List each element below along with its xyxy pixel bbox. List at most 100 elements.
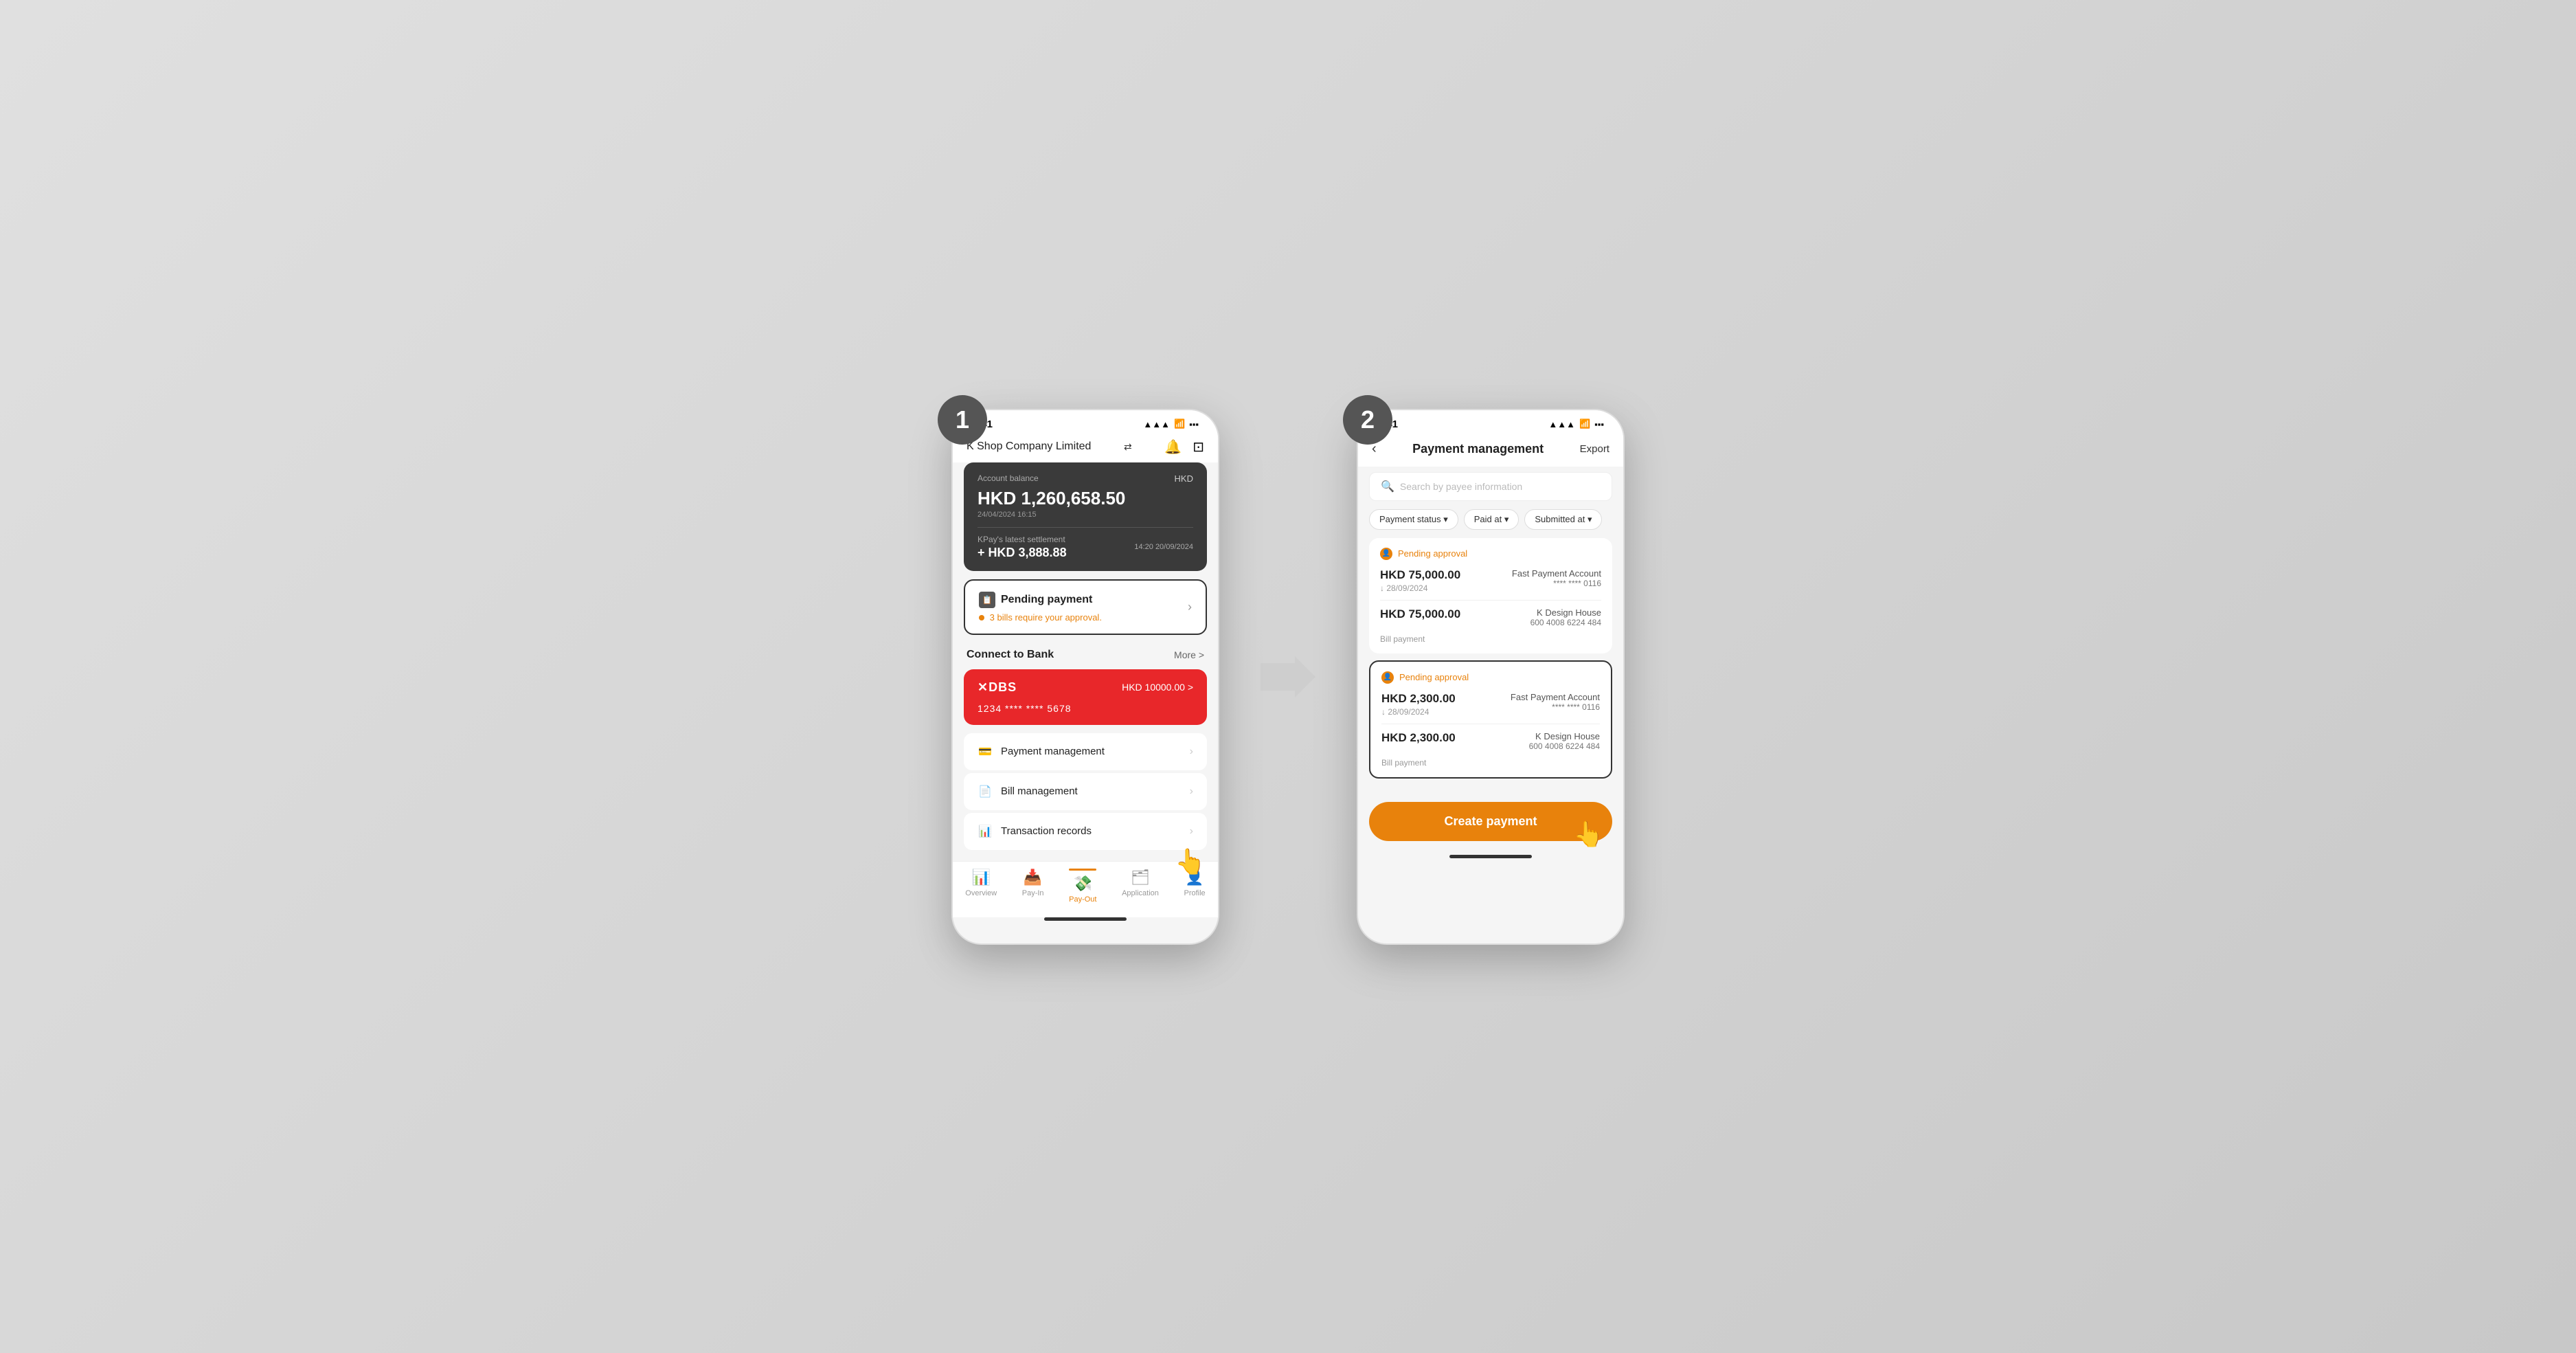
- overview-icon: 📊: [972, 869, 991, 886]
- settlement-amount: + HKD 3,888.88: [978, 546, 1067, 560]
- payment-management-menu[interactable]: 💳 Payment management ›: [964, 733, 1207, 770]
- signal-icon: ▲▲▲: [1143, 419, 1170, 429]
- filter-paid-at[interactable]: Paid at ▾: [1464, 509, 1519, 530]
- connect-bank-title: Connect to Bank: [967, 649, 1054, 661]
- payment-amount-2b: HKD 2,300.00: [1381, 731, 1456, 745]
- phone2-status-icons: ▲▲▲ 📶 ▪▪▪: [1548, 418, 1604, 429]
- nav-payout[interactable]: 💸 Pay-Out: [1069, 869, 1096, 904]
- payment-amount-1b: HKD 75,000.00: [1380, 607, 1460, 621]
- payout-label: Pay-Out: [1069, 895, 1096, 904]
- overview-label: Overview: [965, 889, 997, 897]
- settlement-row: KPay's latest settlement + HKD 3,888.88 …: [978, 527, 1193, 560]
- pm-chevron: ›: [1190, 746, 1193, 758]
- payment-acct-2b: 600 4008 6224 484: [1529, 741, 1600, 751]
- dbs-card[interactable]: ✕DBS HKD 10000.00 > 1234 **** **** 5678: [964, 669, 1207, 725]
- bill-tag-1: Bill payment: [1380, 634, 1601, 644]
- signal-icon-2: ▲▲▲: [1548, 419, 1575, 429]
- orange-dot: [979, 615, 984, 620]
- account-label-text: Account balance: [978, 473, 1039, 483]
- nav-overview[interactable]: 📊 Overview: [965, 869, 997, 904]
- payment-management-icon: 💳: [978, 744, 993, 759]
- payment-row-1a: HKD 75,000.00 ↓ 28/09/2024 Fast Payment …: [1380, 568, 1601, 593]
- pending-chevron: ›: [1188, 600, 1192, 614]
- payment-info-2a: Fast Payment Account: [1511, 692, 1600, 702]
- pending-bill-icon: 📋: [979, 592, 995, 608]
- transaction-records-menu[interactable]: 📊 Transaction records ›: [964, 813, 1207, 850]
- payment-date-1a: ↓ 28/09/2024: [1380, 583, 1460, 593]
- payment-management-label: Payment management: [1001, 746, 1105, 757]
- application-icon: 🗂: [1131, 869, 1150, 886]
- search-placeholder: Search by payee information: [1400, 481, 1522, 492]
- step1-badge: 1: [938, 395, 987, 445]
- nav-application[interactable]: 🗂 Application: [1122, 869, 1159, 904]
- payment-date-2a: ↓ 28/09/2024: [1381, 707, 1456, 717]
- account-card: Account balance HKD HKD 1,260,658.50 24/…: [964, 462, 1207, 571]
- nav-payin[interactable]: 📥 Pay-In: [1022, 869, 1044, 904]
- pending-approval-1: 👤 Pending approval: [1380, 548, 1601, 560]
- phone1-header: K Shop Company Limited ⇄ 🔔 ⊡: [953, 436, 1218, 462]
- payment-acct-1a: **** **** 0116: [1512, 579, 1601, 588]
- wifi-icon: 📶: [1174, 418, 1185, 429]
- transaction-records-label: Transaction records: [1001, 825, 1092, 837]
- more-link[interactable]: More >: [1174, 649, 1204, 660]
- phone2-header: ‹ Payment management Export: [1358, 436, 1623, 467]
- payment-card-1[interactable]: 👤 Pending approval HKD 75,000.00 ↓ 28/09…: [1369, 538, 1612, 653]
- step2-badge: 2: [1343, 395, 1392, 445]
- bill-tag-2: Bill payment: [1381, 758, 1600, 768]
- payment-row-2a: HKD 2,300.00 ↓ 28/09/2024 Fast Payment A…: [1381, 692, 1600, 717]
- bm-chevron: ›: [1190, 785, 1193, 798]
- phone2: 9:41 ▲▲▲ 📶 ▪▪▪ ‹ Payment management Expo…: [1357, 409, 1625, 945]
- connect-bank-header: Connect to Bank More >: [953, 643, 1218, 667]
- bill-management-icon: 📄: [978, 784, 993, 799]
- tr-chevron: ›: [1190, 825, 1193, 838]
- scan-icon[interactable]: ⊡: [1193, 438, 1204, 456]
- search-bar[interactable]: 🔍 Search by payee information: [1369, 472, 1612, 501]
- notification-icon[interactable]: 🔔: [1164, 438, 1182, 456]
- account-date: 24/04/2024 16:15: [978, 511, 1193, 519]
- header-icons: 🔔 ⊡: [1164, 438, 1204, 456]
- pending-payment-card[interactable]: 📋 Pending payment 3 bills require your a…: [964, 579, 1207, 635]
- profile-label: Profile: [1184, 889, 1206, 897]
- settlement-time: 14:20 20/09/2024: [1134, 543, 1193, 551]
- phone1-status-icons: ▲▲▲ 📶 ▪▪▪: [1143, 418, 1199, 429]
- payment-row-2b: HKD 2,300.00 K Design House 600 4008 622…: [1381, 731, 1600, 751]
- payment-row-1b: HKD 75,000.00 K Design House 600 4008 62…: [1380, 607, 1601, 627]
- payment-amount-2a: HKD 2,300.00: [1381, 692, 1456, 706]
- search-icon: 🔍: [1381, 480, 1394, 493]
- bill-management-label: Bill management: [1001, 785, 1078, 797]
- cursor-hand-1: 👆: [1175, 847, 1206, 876]
- exchange-icon[interactable]: ⇄: [1124, 441, 1132, 453]
- battery-icon: ▪▪▪: [1189, 419, 1199, 429]
- payment-card-2[interactable]: 👤 Pending approval HKD 2,300.00 ↓ 28/09/…: [1369, 660, 1612, 779]
- arrow-connector: [1261, 656, 1315, 697]
- filter-row: Payment status ▾ Paid at ▾ Submitted at …: [1358, 509, 1623, 538]
- phone2-wrapper: 2 9:41 ▲▲▲ 📶 ▪▪▪ ‹ Payment management Ex…: [1357, 409, 1625, 945]
- transaction-records-icon: 📊: [978, 824, 993, 839]
- payment-acct-2a: **** **** 0116: [1511, 702, 1600, 712]
- bill-management-menu[interactable]: 📄 Bill management ›: [964, 773, 1207, 810]
- page-title: Payment management: [1412, 442, 1544, 456]
- filter-submitted-at[interactable]: Submitted at ▾: [1524, 509, 1602, 530]
- dbs-amount: HKD 10000.00 >: [1122, 682, 1193, 693]
- payment-section: 👤 Pending approval HKD 75,000.00 ↓ 28/09…: [1358, 538, 1623, 791]
- payin-label: Pay-In: [1022, 889, 1044, 897]
- pending-title: 📋 Pending payment: [979, 592, 1102, 608]
- pending-subtitle: 3 bills require your approval.: [979, 612, 1102, 623]
- phone1-status-bar: 9:41 ▲▲▲ 📶 ▪▪▪: [953, 410, 1218, 436]
- account-balance: HKD 1,260,658.50: [978, 488, 1193, 509]
- battery-icon-2: ▪▪▪: [1594, 419, 1604, 429]
- cursor-hand-2: 👆: [1573, 820, 1604, 849]
- payment-amount-1a: HKD 75,000.00: [1380, 568, 1460, 582]
- filter-payment-status[interactable]: Payment status ▾: [1369, 509, 1458, 530]
- dbs-account: 1234 **** **** 5678: [978, 703, 1193, 714]
- payment-info-2b: K Design House: [1529, 731, 1600, 741]
- account-label-row: Account balance HKD: [978, 473, 1193, 484]
- export-button[interactable]: Export: [1580, 443, 1609, 455]
- pending-approval-2: 👤 Pending approval: [1381, 671, 1600, 684]
- payin-icon: 📥: [1024, 869, 1042, 886]
- payment-info-1a: Fast Payment Account: [1512, 568, 1601, 579]
- settlement-label: KPay's latest settlement: [978, 535, 1067, 544]
- wifi-icon-2: 📶: [1579, 418, 1590, 429]
- phone2-status-bar: 9:41 ▲▲▲ 📶 ▪▪▪: [1358, 410, 1623, 436]
- currency-selector[interactable]: HKD: [1175, 473, 1193, 484]
